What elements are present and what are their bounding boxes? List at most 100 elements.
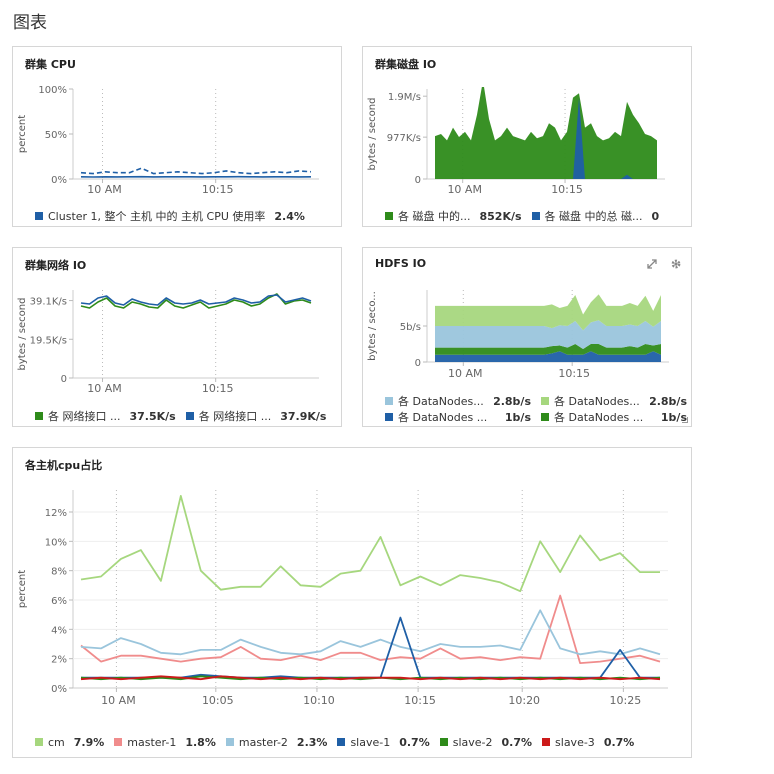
y-axis-title: bytes / second <box>367 98 378 171</box>
line-series-cm <box>80 495 660 593</box>
legend-row: 各 DataNodes... 2.8b/s 各 DataNodes... 2.8b/s <box>385 393 687 409</box>
y-axis-title: bytes / seco... <box>367 291 378 361</box>
host-cpu-share-card: 各主机cpu占比 12% 10% 8% 6% 4% 2% 0% 10 AM 10:05 10:10… <box>12 447 692 758</box>
legend-label: Cluster 1, 整个 主机 中的 主机 CPU 使用率 <box>48 210 266 223</box>
legend-swatch <box>531 212 540 220</box>
legend-item[interactable]: 各 网络接口 ... 37.9K/s <box>185 408 327 424</box>
legend-label: 各 DataNodes ... <box>554 411 644 424</box>
legend-row: 各 DataNodes ... 1b/s 各 DataNodes ... 1b/s <box>385 409 687 425</box>
legend-swatch <box>542 738 551 746</box>
legend-swatch <box>35 412 43 420</box>
legend-value: 852K/s <box>479 209 522 223</box>
x-tick-label: 10 AM <box>87 382 122 395</box>
chart-legend: 各 网络接口 ... 37.5K/s 各 网络接口 ... 37.9K/s <box>35 408 326 424</box>
line-series-slave-1 <box>81 616 660 679</box>
y-tick-label: 19.5K/s <box>30 335 67 346</box>
legend-row: 各 网络接口 ... 37.5K/s 各 网络接口 ... 37.9K/s <box>35 408 326 424</box>
legend-value: 2.8b/s <box>493 394 531 408</box>
x-tick-label: 10:05 <box>202 694 234 707</box>
legend-label: 各 磁盘 中的... <box>398 210 471 223</box>
y-tick-label: 8% <box>51 567 67 578</box>
x-tick-label: 10 AM <box>448 367 483 380</box>
legend-swatch <box>439 738 448 746</box>
x-tick-label: 10 AM <box>101 694 136 707</box>
legend-item[interactable]: 各 磁盘 中的... 852K/s <box>385 208 522 224</box>
x-tick-label: 10 AM <box>447 183 482 196</box>
legend-label: slave-3 <box>555 735 595 749</box>
y-tick-label: 39.1K/s <box>30 297 67 308</box>
y-tick-label: 10% <box>45 537 67 548</box>
legend-value: 1b/s <box>504 410 531 424</box>
plot-area <box>80 167 312 178</box>
cluster-network-io-card: 群集网络 IO 39.1K/s 19.5K/s 0 10 AM 10:15 bytes /… <box>12 247 342 427</box>
line-series-master-2 <box>80 609 661 656</box>
legend-label: 各 DataNodes ... <box>398 411 488 424</box>
legend-value: 1.8% <box>185 735 216 749</box>
legend-value: 37.5K/s <box>129 409 176 423</box>
legend-value: 0.7% <box>399 735 430 749</box>
line-series-2 <box>80 167 312 175</box>
legend-swatch <box>385 397 393 405</box>
y-tick-label: 100% <box>38 85 67 96</box>
legend-item[interactable]: 各 磁盘 中的总 磁... 0 <box>531 208 660 224</box>
page-title: 图表 <box>13 13 47 33</box>
legend-value: 2.8b/s <box>649 394 687 408</box>
legend-item[interactable]: 各 DataNodes... 2.8b/s <box>541 393 687 409</box>
legend-item[interactable]: slave-3 0.7% <box>542 736 634 749</box>
y-tick-label: 12% <box>45 508 67 519</box>
area-series-1 <box>435 87 657 179</box>
legend-swatch <box>225 738 234 746</box>
legend-label: 各 DataNodes... <box>398 395 484 408</box>
legend-label: master-2 <box>238 735 288 749</box>
y-tick-label: 977K/s <box>387 133 421 144</box>
y-tick-label: 6% <box>51 596 67 607</box>
y-axis-title: percent <box>17 115 28 153</box>
legend-item[interactable]: 各 DataNodes... 2.8b/s <box>385 393 531 409</box>
legend-value: 7.9% <box>73 735 105 749</box>
legend-value: 0 <box>651 209 660 223</box>
legend-value: 0.7% <box>501 735 533 749</box>
legend-value: 0.7% <box>603 735 635 749</box>
x-tick-label: 10:25 <box>610 694 642 707</box>
resize-handle[interactable] <box>682 417 688 423</box>
chart-legend: cm 7.9% master-1 1.8% master-2 2.3% slave-1 0.7… <box>35 734 634 750</box>
host-cpu-share-chart: 12% 10% 8% 6% 4% 2% 0% 10 AM 10:05 10:10 10:15 10:2… <box>17 490 668 707</box>
y-tick-label: 1.9M/s <box>388 92 421 103</box>
legend-row: Cluster 1, 整个 主机 中的 主机 CPU 使用率 2.4% <box>35 208 305 224</box>
x-tick-label: 10:10 <box>303 694 335 707</box>
legend-label: 各 磁盘 中的总 磁... <box>544 210 643 223</box>
cluster-network-io-chart: 39.1K/s 19.5K/s 0 10 AM 10:15 bytes / second <box>17 290 319 395</box>
legend-item[interactable]: 各 DataNodes ... 1b/s <box>385 409 531 425</box>
legend-item[interactable]: 各 DataNodes ... 1b/s <box>541 409 687 425</box>
legend-row: 各 磁盘 中的... 852K/s 各 磁盘 中的总 磁... 0 <box>385 208 659 224</box>
legend-label: slave-2 <box>452 735 493 749</box>
legend-item[interactable]: master-1 1.8% <box>114 736 216 749</box>
chart-legend: 各 DataNodes... 2.8b/s 各 DataNodes... 2.8b/s… <box>385 393 687 425</box>
x-tick-label: 10:15 <box>202 382 234 395</box>
cluster-cpu-chart: 100% 50% 0% 10 AM 10:15 percent <box>17 85 319 196</box>
legend-label: 各 DataNodes... <box>554 395 640 408</box>
legend-value: 2.4% <box>274 209 305 223</box>
legend-item[interactable]: master-2 2.3% <box>225 735 327 749</box>
x-tick-label: 10:15 <box>404 694 436 707</box>
legend-swatch <box>114 738 123 746</box>
plot-area <box>80 495 661 681</box>
legend-swatch <box>35 738 43 746</box>
legend-swatch <box>185 412 194 420</box>
legend-item[interactable]: cm 7.9% <box>35 736 104 749</box>
legend-swatch <box>541 413 549 421</box>
y-tick-label: 2% <box>51 655 67 666</box>
legend-label: slave-1 <box>350 735 391 749</box>
y-axis-title: bytes / second <box>17 298 28 371</box>
y-tick-label: 4% <box>51 625 67 636</box>
legend-item[interactable]: slave-2 0.7% <box>439 735 533 749</box>
plot-area <box>435 294 661 362</box>
legend-item[interactable]: Cluster 1, 整个 主机 中的 主机 CPU 使用率 2.4% <box>35 208 305 224</box>
legend-item[interactable]: 各 网络接口 ... 37.5K/s <box>35 408 176 424</box>
y-tick-label: 0 <box>61 374 67 385</box>
legend-swatch <box>337 738 346 746</box>
cluster-disk-io-chart: 1.9M/s 977K/s 0 10 AM 10:15 bytes / second <box>367 87 665 196</box>
legend-value: 37.9K/s <box>280 409 327 423</box>
legend-item[interactable]: slave-1 0.7% <box>337 735 430 749</box>
chart-legend: 各 磁盘 中的... 852K/s 各 磁盘 中的总 磁... 0 <box>385 208 659 224</box>
